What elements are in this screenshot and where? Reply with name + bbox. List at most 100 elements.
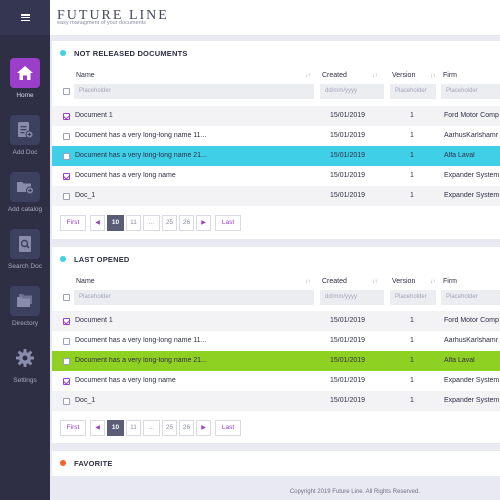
sidebar-item-label: Home [16,92,34,99]
row-checkbox[interactable] [63,318,70,325]
page-button[interactable]: 11 [126,420,141,436]
table-row[interactable]: Document has a very long-long name 11...… [52,331,500,351]
table-row[interactable]: Doc_1 15/01/2019 1 Expander System [52,391,500,411]
row-checkbox[interactable] [63,378,70,385]
name-filter-input[interactable]: Placeholder [74,290,314,305]
app-header: FUTURE LINE easy managment of your docum… [50,0,500,35]
sidebar-item-label: Settings [13,377,37,384]
select-all-checkbox[interactable] [63,294,70,301]
home-icon [10,58,40,88]
page-button[interactable]: 26 [179,215,194,231]
page-ellipsis: ... [143,215,160,231]
add-folder-icon [10,172,40,202]
panel-header: LAST OPENED [52,247,500,272]
next-page-button[interactable]: ▶ [196,420,211,436]
row-checkbox[interactable] [63,133,70,140]
cell-firm: Ford Motor Comp [444,317,499,324]
cell-version: 1 [410,112,414,119]
sort-icon[interactable]: ↓↑ [305,279,311,285]
first-page-button[interactable]: First [60,215,86,231]
prev-page-button[interactable]: ◀ [90,420,105,436]
version-filter-input[interactable]: Placeholder [390,84,436,99]
panel-header: FAVORITE [52,451,500,476]
next-page-button[interactable]: ▶ [196,215,211,231]
page-button[interactable]: 11 [126,215,141,231]
cell-created: 15/01/2019 [330,132,366,139]
hamburger-menu-button[interactable] [0,0,50,35]
sidebar-item-search-doc[interactable]: Search Doc [0,229,50,281]
cell-name: Document has a very long-long name 11... [75,337,207,344]
cell-name: Document has a very long-long name 21... [75,357,207,364]
sidebar-item-label: Directory [11,320,38,327]
cell-version: 1 [410,317,414,324]
sidebar-item-add-catalog[interactable]: Add catalog [0,172,50,224]
cell-created: 15/01/2019 [330,172,366,179]
row-checkbox[interactable] [63,338,70,345]
column-header-created[interactable]: Created [322,72,347,79]
cell-version: 1 [410,337,414,344]
cell-firm: Expander System [444,192,500,199]
status-dot [60,50,66,56]
cell-version: 1 [410,152,414,159]
page-button-current[interactable]: 10 [107,420,124,436]
cell-version: 1 [410,377,414,384]
footer: Copyright 2019 Future Line. All Rights R… [50,484,500,500]
column-header-name[interactable]: Name [76,72,95,79]
favorite-panel[interactable]: FAVORITE [52,451,500,476]
column-header-name[interactable]: Name [76,278,95,285]
sidebar-item-settings[interactable]: Settings [0,343,50,395]
column-header-firm[interactable]: Firm [443,72,457,79]
table-row[interactable]: Doc_1 15/01/2019 1 Expander System [52,186,500,206]
row-checkbox[interactable] [63,193,70,200]
row-checkbox[interactable] [63,113,70,120]
folders-icon [10,286,40,316]
panel-title: NOT RELEASED DOCUMENTS [74,49,188,58]
cell-version: 1 [410,132,414,139]
sidebar-item-add-doc[interactable]: Add Doc [0,115,50,167]
table-row[interactable]: Document has a very long-long name 11...… [52,126,500,146]
sort-icon[interactable]: ↓↑ [305,73,311,79]
column-header-version[interactable]: Version [392,278,415,285]
table-row[interactable]: Document 1 15/01/2019 1 Ford Motor Comp [52,311,500,331]
sidebar-item-label: Search Doc [8,263,42,270]
row-checkbox[interactable] [63,153,70,160]
panel-title: LAST OPENED [74,255,130,264]
column-header-firm[interactable]: Firm [443,278,457,285]
table-row[interactable]: Document 1 15/01/2019 1 Ford Motor Comp [52,106,500,126]
sidebar: Home Add Doc Add catalog Search Doc Dire… [0,0,50,500]
created-filter-input[interactable]: dd/mm/yyyy [320,84,384,99]
last-page-button[interactable]: Last [215,215,241,231]
first-page-button[interactable]: First [60,420,86,436]
last-page-button[interactable]: Last [215,420,241,436]
row-checkbox[interactable] [63,398,70,405]
sidebar-item-home[interactable]: Home [0,58,50,110]
hamburger-icon [20,14,30,21]
row-checkbox[interactable] [63,173,70,180]
version-filter-input[interactable]: Placeholder [390,290,436,305]
firm-filter-input[interactable]: Placeholder [441,84,500,99]
column-header-version[interactable]: Version [392,72,415,79]
table-row-selected[interactable]: Document has a very long-long name 21...… [52,146,500,166]
firm-filter-input[interactable]: Placeholder [441,290,500,305]
select-all-checkbox[interactable] [63,88,70,95]
table-row-selected[interactable]: Document has a very long-long name 21...… [52,351,500,371]
sort-icon[interactable]: ↓↑ [372,279,378,285]
page-button[interactable]: 25 [162,215,177,231]
cell-firm: Expander System [444,377,500,384]
page-button[interactable]: 25 [162,420,177,436]
page-button[interactable]: 26 [179,420,194,436]
sort-icon[interactable]: ↓↑ [430,73,436,79]
row-checkbox[interactable] [63,358,70,365]
column-header-created[interactable]: Created [322,278,347,285]
prev-page-button[interactable]: ◀ [90,215,105,231]
cell-created: 15/01/2019 [330,397,366,404]
sidebar-item-directory[interactable]: Directory [0,286,50,338]
sort-icon[interactable]: ↓↑ [430,279,436,285]
name-filter-input[interactable]: Placeholder [74,84,314,99]
cell-name: Document has a very long-long name 21... [75,152,207,159]
page-button-current[interactable]: 10 [107,215,124,231]
table-row[interactable]: Document has a very long name 15/01/2019… [52,166,500,186]
created-filter-input[interactable]: dd/mm/yyyy [320,290,384,305]
table-row[interactable]: Document has a very long name 15/01/2019… [52,371,500,391]
sort-icon[interactable]: ↓↑ [372,73,378,79]
